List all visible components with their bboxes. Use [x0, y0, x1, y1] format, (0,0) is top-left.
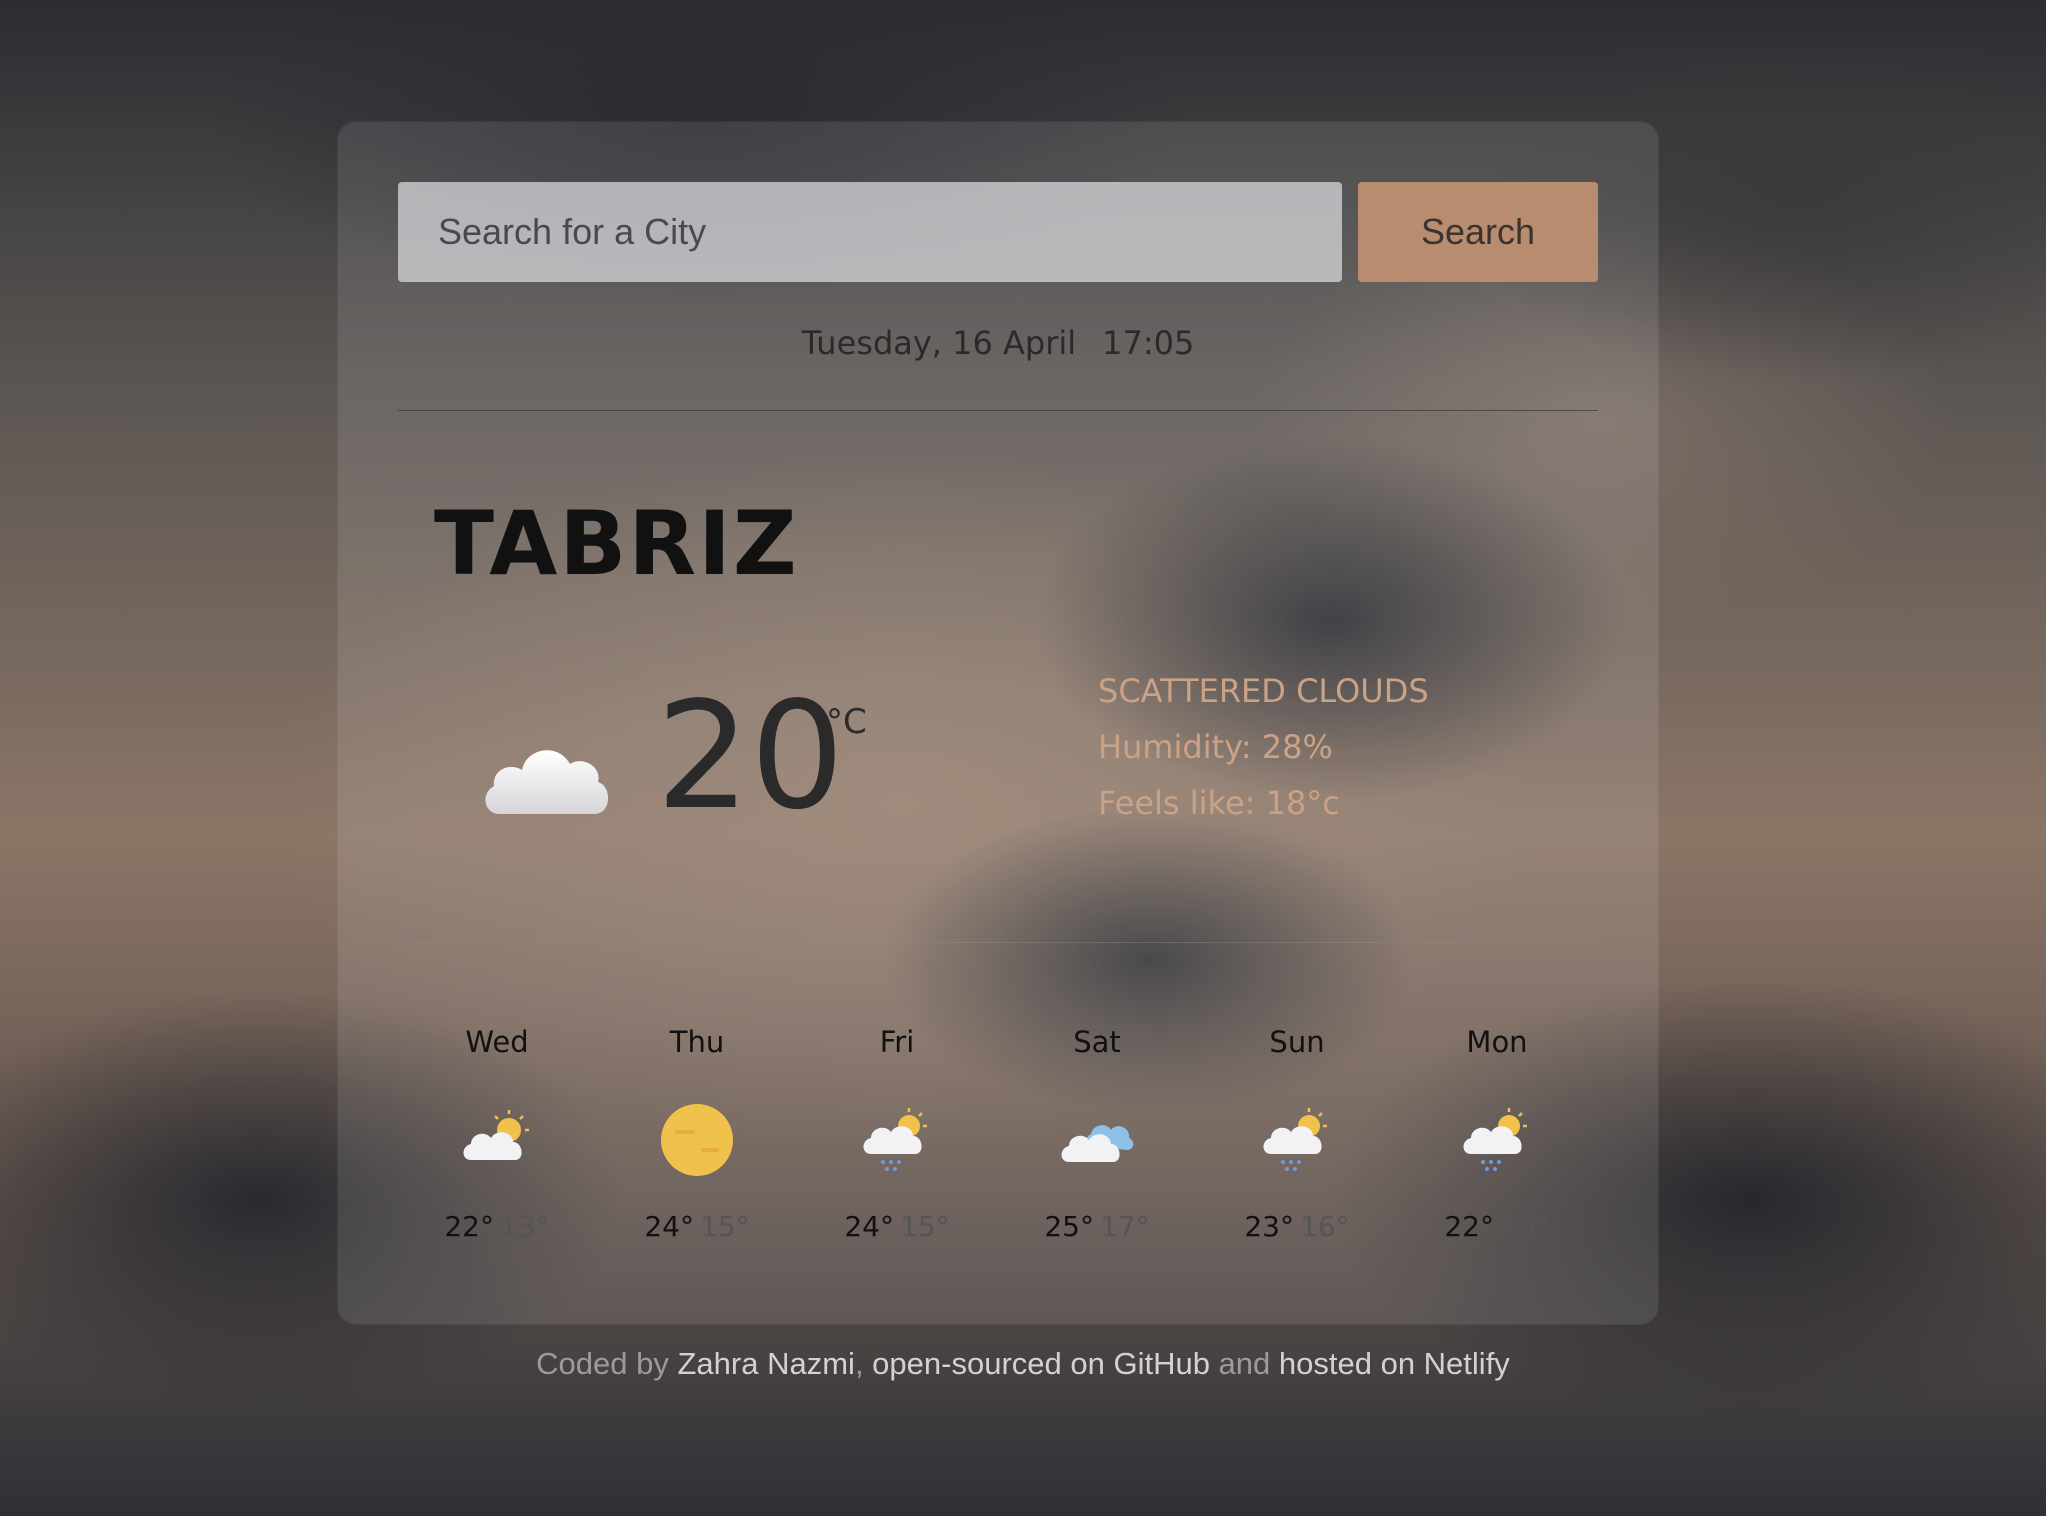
- footer: Coded by Zahra Nazmi, open-sourced on Gi…: [0, 1346, 2046, 1382]
- current-time: 17:05: [1102, 324, 1195, 362]
- author-link[interactable]: Zahra Nazmi: [678, 1346, 855, 1381]
- search-form: Search: [398, 182, 1598, 282]
- netlify-link[interactable]: hosted on Netlify: [1279, 1346, 1510, 1381]
- forecast-temps: 25° 17°: [997, 1210, 1197, 1243]
- forecast-day-name: Thu: [669, 1025, 725, 1059]
- forecast-day: Thu 24° 15°: [597, 1022, 797, 1243]
- forecast-temps: 24° 15°: [597, 1210, 797, 1243]
- forecast-temps: 22° 15°: [1397, 1210, 1597, 1243]
- forecast-min: 15°: [700, 1210, 750, 1243]
- humidity: Humidity: 28%: [1098, 728, 1333, 766]
- forecast-max: 22°: [1444, 1210, 1494, 1243]
- forecast-max: 24°: [644, 1210, 694, 1243]
- rain-sun-icon: [1263, 1108, 1327, 1171]
- forecast-max: 23°: [1244, 1210, 1294, 1243]
- search-button[interactable]: Search: [1358, 182, 1598, 282]
- forecast-day: Sat 25° 17°: [997, 1022, 1197, 1243]
- forecast-day: Sun 23° 16°: [1197, 1022, 1397, 1243]
- top-divider: [398, 410, 1598, 411]
- forecast-day-name: Mon: [1466, 1025, 1528, 1059]
- city-name: TABRIZ: [434, 492, 799, 595]
- forecast-min: 16°: [1300, 1210, 1350, 1243]
- temperature-unit: °C: [826, 702, 867, 742]
- footer-prefix: Coded by: [536, 1346, 678, 1381]
- forecast-temps: 22° 13°: [397, 1210, 597, 1243]
- forecast-max: 22°: [444, 1210, 494, 1243]
- weather-card: Search Tuesday, 16 April17:05 TABRIZ 20 …: [338, 122, 1658, 1324]
- weather-details: SCATTERED CLOUDS Humidity: 28% Feels lik…: [1098, 672, 1429, 840]
- footer-and: and: [1209, 1346, 1279, 1381]
- forecast-day: Wed 22° 13°: [397, 1022, 597, 1243]
- forecast-day: Mon 22° 15°: [1397, 1022, 1597, 1243]
- forecast-day-name: Fri: [879, 1025, 915, 1059]
- footer-comma: ,: [854, 1346, 873, 1381]
- forecast-day-name: Sun: [1269, 1025, 1325, 1059]
- forecast-day: Fri 24° 15°: [797, 1022, 997, 1243]
- partly-cloudy-icon: [463, 1110, 529, 1160]
- current-date: Tuesday, 16 April: [801, 324, 1077, 362]
- date-time: Tuesday, 16 April 17:05: [338, 324, 1658, 362]
- search-input[interactable]: [398, 182, 1342, 282]
- sun-icon: [661, 1104, 733, 1176]
- rain-sun-icon: [863, 1108, 927, 1171]
- current-temperature: 20: [656, 670, 845, 842]
- forecast-min: 17°: [1100, 1210, 1150, 1243]
- rain-sun-icon: [1463, 1108, 1527, 1171]
- forecast-min: 15°: [1500, 1210, 1550, 1243]
- weather-description: SCATTERED CLOUDS: [1098, 672, 1429, 710]
- forecast-max: 24°: [844, 1210, 894, 1243]
- clouds-icon: [1061, 1125, 1134, 1162]
- forecast-max: 25°: [1044, 1210, 1094, 1243]
- forecast-temps: 24° 15°: [797, 1210, 997, 1243]
- feels-like: Feels like: 18°c: [1098, 784, 1340, 822]
- forecast-day-name: Wed: [465, 1025, 529, 1059]
- github-link[interactable]: open-sourced on GitHub: [872, 1346, 1210, 1381]
- forecast-min: 15°: [900, 1210, 950, 1243]
- cloud-icon: [485, 750, 609, 814]
- forecast-min: 13°: [500, 1210, 550, 1243]
- forecast-day-name: Sat: [1073, 1025, 1121, 1059]
- forecast-temps: 23° 16°: [1197, 1210, 1397, 1243]
- bottom-divider: [398, 942, 1598, 943]
